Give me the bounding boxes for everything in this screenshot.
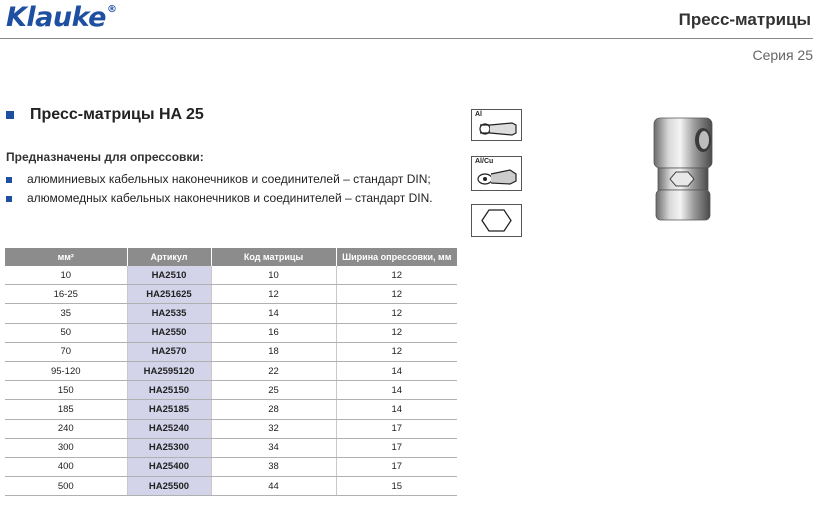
die-photo	[653, 117, 713, 221]
cell-section: 10	[5, 266, 128, 286]
purpose-item: алюминиевых кабельных наконечников и сое…	[6, 170, 433, 189]
cell-section: 185	[5, 399, 128, 420]
cell-die-code: 38	[211, 457, 337, 478]
cell-article: HA25150	[127, 380, 212, 401]
table-row: 10 HA2510 10 12	[5, 266, 457, 286]
cell-die-code: 14	[211, 303, 337, 324]
cell-section: 150	[5, 380, 128, 401]
cell-article: HA2510	[127, 266, 212, 286]
cell-article: HA25300	[127, 438, 212, 458]
cell-article: HA25400	[127, 457, 212, 478]
icon-label: Al/Cu	[475, 158, 494, 165]
cell-section: 35	[5, 303, 128, 324]
die-table: мм² Артикул Код матрицы Ширина опрессовк…	[5, 248, 457, 497]
cell-article: HA2550	[127, 323, 212, 343]
cell-section: 50	[5, 323, 128, 343]
cell-article: HA2595120	[127, 361, 212, 382]
cell-article: HA25500	[127, 476, 212, 497]
cell-article: HA25185	[127, 399, 212, 420]
cell-die-code: 18	[211, 342, 337, 362]
cell-crimp-width: 14	[336, 380, 457, 401]
cell-section: 300	[5, 438, 128, 458]
cell-article: HA2570	[127, 342, 212, 362]
cell-die-code: 22	[211, 361, 337, 382]
purpose-list: алюминиевых кабельных наконечников и сое…	[6, 170, 433, 208]
column-header: Артикул	[127, 248, 212, 266]
column-header: Ширина опрессовки, мм	[336, 248, 457, 266]
table-row: 95-120 HA2595120 22 14	[5, 361, 457, 382]
cell-crimp-width: 12	[336, 342, 457, 362]
cell-die-code: 28	[211, 399, 337, 420]
cell-die-code: 12	[211, 284, 337, 305]
cell-die-code: 10	[211, 266, 337, 286]
table-row: 70 HA2570 18 12	[5, 342, 457, 362]
al-cu-lug-icon: Al/Cu	[471, 156, 522, 191]
table-row: 16-25 HA251625 12 12	[5, 284, 457, 305]
heading-bullet-icon	[6, 111, 14, 119]
hexagon-crimp-icon	[471, 204, 522, 237]
cell-article: HA2535	[127, 303, 212, 324]
cell-section: 95-120	[5, 361, 128, 382]
brand-name: Klauke	[6, 2, 106, 33]
table-row: 400 HA25400 38 17	[5, 457, 457, 478]
cell-section: 70	[5, 342, 128, 362]
table-row: 150 HA25150 25 14	[5, 380, 457, 401]
cell-die-code: 16	[211, 323, 337, 343]
hexagon-icon	[481, 209, 512, 232]
cell-crimp-width: 17	[336, 419, 457, 439]
cell-crimp-width: 14	[336, 361, 457, 382]
cell-crimp-width: 12	[336, 323, 457, 343]
cell-crimp-width: 12	[336, 284, 457, 305]
cell-section: 400	[5, 457, 128, 478]
bullet-icon	[6, 195, 12, 202]
cell-section: 240	[5, 419, 128, 439]
cell-crimp-width: 14	[336, 399, 457, 420]
icon-label: Al	[475, 111, 482, 118]
cell-die-code: 34	[211, 438, 337, 458]
header-divider	[0, 38, 813, 39]
table-header-row: мм² Артикул Код матрицы Ширина опрессовк…	[5, 248, 457, 266]
cell-crimp-width: 17	[336, 457, 457, 478]
table-row: 185 HA25185 28 14	[5, 399, 457, 420]
cell-die-code: 25	[211, 380, 337, 401]
purpose-item: алюмомедных кабельных наконечников и сое…	[6, 189, 433, 208]
cell-crimp-width: 15	[336, 476, 457, 497]
table-row: 500 HA25500 44 15	[5, 476, 457, 497]
section-heading: Пресс-матрицы HA 25	[6, 106, 204, 124]
cell-section: 500	[5, 476, 128, 497]
column-header: мм²	[5, 248, 128, 266]
table-row: 35 HA2535 14 12	[5, 303, 457, 324]
cell-crimp-width: 17	[336, 438, 457, 458]
bullet-icon	[6, 176, 12, 183]
cell-die-code: 44	[211, 476, 337, 497]
cell-crimp-width: 12	[336, 266, 457, 286]
purpose-item-text: алюминиевых кабельных наконечников и сое…	[27, 172, 431, 186]
purpose-item-text: алюмомедных кабельных наконечников и сое…	[27, 191, 433, 205]
table-row: 300 HA25300 34 17	[5, 438, 457, 458]
table-row: 240 HA25240 32 17	[5, 419, 457, 439]
series-label: Серия 25	[752, 47, 813, 63]
aluminium-lug-icon: Al	[471, 109, 522, 141]
cell-die-code: 32	[211, 419, 337, 439]
column-header: Код матрицы	[211, 248, 337, 266]
page-title: Пресс-матрицы	[678, 10, 811, 29]
table-row: 50 HA2550 16 12	[5, 323, 457, 343]
section-title: Пресс-матрицы HA 25	[30, 106, 204, 123]
cell-article: HA251625	[127, 284, 212, 305]
cell-article: HA25240	[127, 419, 212, 439]
cell-section: 16-25	[5, 284, 128, 305]
purpose-label: Предназначены для опрессовки:	[6, 150, 204, 164]
cell-crimp-width: 12	[336, 303, 457, 324]
brand-logo: Klauke®	[6, 2, 117, 33]
registered-mark: ®	[106, 4, 117, 15]
